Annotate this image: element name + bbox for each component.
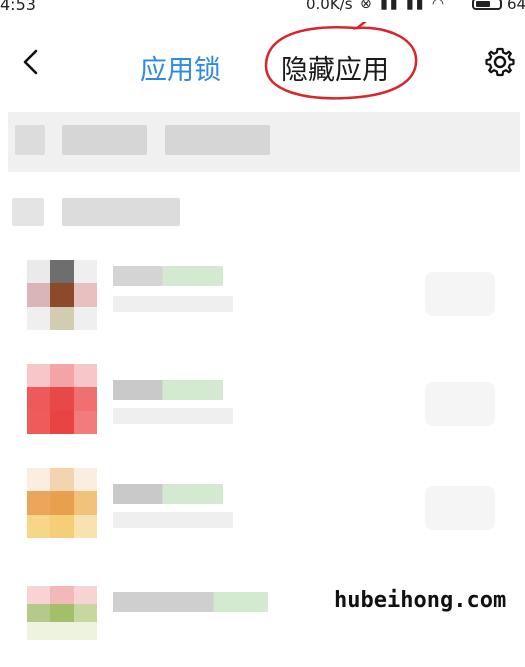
app-name-blurred bbox=[113, 380, 223, 400]
battery-icon bbox=[472, 0, 502, 10]
watermark-text: hubeihong.com bbox=[334, 588, 507, 613]
status-bar: 4:53 0.0K/s ⊗ ▮▮ ▮▮ ◠ 64 bbox=[0, 0, 525, 14]
status-time: 4:53 bbox=[0, 0, 36, 14]
list-item[interactable] bbox=[0, 572, 525, 667]
tab-app-lock[interactable]: 应用锁 bbox=[140, 48, 221, 87]
app-desc-blurred bbox=[113, 408, 233, 424]
network-speed: 0.0K/s bbox=[306, 0, 353, 13]
list-item[interactable] bbox=[0, 466, 525, 561]
lock-toggle[interactable] bbox=[425, 486, 495, 530]
lock-toggle[interactable] bbox=[425, 272, 495, 316]
app-icon bbox=[27, 260, 97, 330]
tab-hidden-apps[interactable]: 隐藏应用 bbox=[281, 48, 389, 87]
app-name-blurred bbox=[113, 484, 223, 504]
app-icon bbox=[27, 586, 97, 640]
gear-icon[interactable] bbox=[484, 46, 516, 78]
list-item[interactable] bbox=[0, 258, 525, 353]
signal-wifi-icons: ⊗ ▮▮ ▮▮ ◠ bbox=[360, 0, 447, 12]
app-icon bbox=[27, 364, 97, 434]
app-header: 应用锁 隐藏应用 bbox=[0, 30, 525, 100]
app-icon bbox=[27, 468, 97, 538]
app-name-blurred bbox=[113, 266, 223, 286]
app-desc-blurred bbox=[113, 296, 233, 312]
app-name-blurred bbox=[113, 592, 268, 612]
lock-toggle[interactable] bbox=[425, 382, 495, 426]
battery-level: 64 bbox=[507, 0, 525, 13]
chevron-left-icon[interactable] bbox=[16, 46, 48, 78]
list-item[interactable] bbox=[0, 362, 525, 457]
app-desc-blurred bbox=[113, 512, 233, 528]
